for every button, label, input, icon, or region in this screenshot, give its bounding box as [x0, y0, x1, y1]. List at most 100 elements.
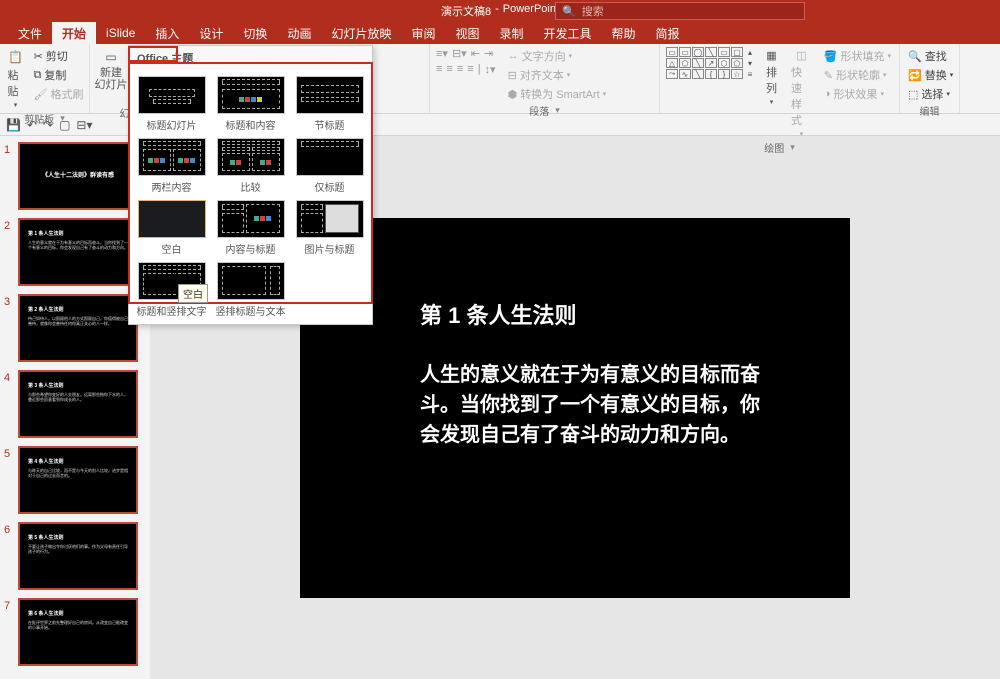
tab-录制[interactable]: 录制	[490, 22, 534, 45]
slide-heading[interactable]: 第 1 条人生法则	[420, 298, 770, 330]
format-painter-button[interactable]: 🖌格式刷	[32, 85, 86, 103]
thumb-body: 待己如待人。以照顾他人的方式照顾自己。你值得被自己善待，就像你会善待任何你真正关…	[28, 316, 128, 326]
thumbnail[interactable]: 第 3 条人生法则与那些希望你变好的人交朋友。远离那些拖你下水的人，靠近那些愿意…	[18, 370, 138, 438]
layout-label: 图片与标题	[305, 241, 355, 256]
quick-styles-button[interactable]: ◫快速样式▾	[787, 47, 816, 140]
layout-option[interactable]: 仅标题	[293, 138, 366, 194]
layout-label: 标题幻灯片	[147, 117, 197, 132]
indent-in-icon[interactable]: ⇥	[484, 47, 493, 60]
search-box[interactable]: 🔍 搜索	[555, 2, 805, 20]
layout-label: 空白	[162, 241, 182, 256]
paste-icon: 📋	[8, 49, 24, 65]
group-paragraph: ≡▾⊟▾⇤⇥ ≡≡≡≡|↕▾ ↔文字方向▾ ⊟对齐文本▾ ⬢转换为 SmartA…	[430, 44, 660, 113]
shape-outline-button[interactable]: ✎形状轮廓▾	[822, 66, 893, 84]
layout-preview	[296, 76, 364, 114]
quick-styles-icon: ◫	[796, 49, 806, 62]
tab-审阅[interactable]: 审阅	[401, 22, 445, 45]
layout-option[interactable]: 内容与标题	[214, 200, 287, 256]
thumb-number: 1	[4, 142, 14, 210]
justify-icon[interactable]: ≡	[467, 63, 473, 76]
find-button[interactable]: 🔍查找	[906, 47, 955, 65]
thumb-body: 不要让孩子做出令你讨厌他们的事。作为父母有责任引导孩子的行为。	[28, 544, 128, 554]
tab-切换[interactable]: 切换	[233, 22, 277, 45]
layout-label: 竖排标题与文本	[216, 303, 286, 318]
layout-option[interactable]: 图片与标题	[293, 200, 366, 256]
copy-button[interactable]: ⧉复制	[32, 66, 86, 84]
indent-out-icon[interactable]: ⇤	[471, 47, 480, 60]
shapes-gallery[interactable]: ▭▭◯╲▭▢▴ △⬠╲↗⬡⬠▾ ⤳∿╲{}☆≡	[666, 47, 756, 140]
tab-视图[interactable]: 视图	[445, 22, 489, 45]
thumbnail[interactable]: 第 5 条人生法则不要让孩子做出令你讨厌他们的事。作为父母有责任引导孩子的行为。	[18, 522, 138, 590]
layout-label: 标题和内容	[226, 117, 276, 132]
align-right-icon[interactable]: ≡	[457, 63, 463, 76]
dialog-launcher-icon[interactable]: ▾	[60, 113, 65, 124]
thumbnail[interactable]: 第 2 条人生法则待己如待人。以照顾他人的方式照顾自己。你值得被自己善待，就像你…	[18, 294, 138, 362]
text-direction-button[interactable]: ↔文字方向▾	[506, 47, 609, 65]
layout-option[interactable]: 节标题	[293, 76, 366, 132]
arrange-button[interactable]: ▦排列▾	[762, 47, 781, 140]
cut-button[interactable]: ✂剪切	[32, 47, 86, 65]
thumb-number: 2	[4, 218, 14, 286]
thumb-number: 5	[4, 446, 14, 514]
current-slide[interactable]: 第 1 条人生法则 人生的意义就在于为有意义的目标而奋斗。当你找到了一个有意义的…	[300, 218, 850, 598]
save-icon[interactable]: 💾	[6, 118, 21, 132]
layout-option[interactable]: 标题和内容	[214, 76, 287, 132]
align-left-icon[interactable]: ≡	[436, 63, 442, 76]
tab-设计[interactable]: 设计	[189, 22, 233, 45]
layout-label: 节标题	[315, 117, 345, 132]
smartart-button[interactable]: ⬢转换为 SmartArt▾	[506, 85, 609, 103]
layout-preview	[138, 138, 206, 176]
tab-简报[interactable]: 简报	[646, 22, 690, 45]
layout-preview	[296, 200, 364, 238]
thumbnail-row[interactable]: 5第 4 条人生法则与昨天的自己比较，而不是与今天的别人比较。进步是相对于自己的…	[4, 446, 146, 514]
shape-effects-button[interactable]: ◑形状效果▾	[822, 85, 893, 103]
thumbnail[interactable]: 第 6 条人生法则在批评世界之前先整理好自己的房间。从改变自己能改变的小事开始。	[18, 598, 138, 666]
tab-幻灯片放映[interactable]: 幻灯片放映	[321, 22, 401, 45]
cursor-icon: ↖	[172, 266, 183, 282]
tab-开发工具[interactable]: 开发工具	[534, 22, 602, 45]
thumbnail-row[interactable]: 3第 2 条人生法则待己如待人。以照顾他人的方式照顾自己。你值得被自己善待，就像…	[4, 294, 146, 362]
layout-option[interactable]: 空白	[135, 200, 208, 256]
tab-帮助[interactable]: 帮助	[602, 22, 646, 45]
shape-fill-button[interactable]: 🪣形状填充▾	[822, 47, 893, 65]
new-slide-button[interactable]: ▭ 新建 幻灯片	[91, 47, 132, 93]
thumbnail-row[interactable]: 4第 3 条人生法则与那些希望你变好的人交朋友。远离那些拖你下水的人，靠近那些愿…	[4, 370, 146, 438]
layout-option[interactable]: 竖排标题与文本	[214, 262, 287, 318]
layout-preview	[138, 200, 206, 238]
tab-iSlide[interactable]: iSlide	[96, 23, 145, 43]
replace-button[interactable]: 🔁替换▾	[906, 66, 955, 84]
align-text-button[interactable]: ⊟对齐文本▾	[506, 66, 609, 84]
layout-option[interactable]: 两栏内容	[135, 138, 208, 194]
thumb-title: 第 6 条人生法则	[28, 610, 128, 617]
layout-option[interactable]: 比较	[214, 138, 287, 194]
title-bar: 演示文稿8 - PowerPoint 🔍 搜索	[0, 0, 1000, 22]
thumbnail-row[interactable]: 6第 5 条人生法则不要让孩子做出令你讨厌他们的事。作为父母有责任引导孩子的行为…	[4, 522, 146, 590]
thumb-body: 人生的意义就在于为有意义的目标而奋斗。当你找到了一个有意义的目标，你会发现自己有…	[28, 240, 128, 250]
tab-插入[interactable]: 插入	[145, 22, 189, 45]
layout-label: 比较	[241, 179, 261, 194]
thumb-title: 第 2 条人生法则	[28, 306, 128, 313]
thumbnail-row[interactable]: 7第 6 条人生法则在批评世界之前先整理好自己的房间。从改变自己能改变的小事开始…	[4, 598, 146, 666]
thumbnail[interactable]: 第 1 条人生法则人生的意义就在于为有意义的目标而奋斗。当你找到了一个有意义的目…	[18, 218, 138, 286]
bullets-icon[interactable]: ≡▾	[436, 47, 448, 60]
align-center-icon[interactable]: ≡	[446, 63, 452, 76]
layout-flyout: Office 主题 标题幻灯片标题和内容节标题两栏内容比较仅标题空白内容与标题图…	[128, 45, 373, 325]
line-spacing-icon[interactable]: ↕▾	[485, 63, 496, 76]
numbering-icon[interactable]: ⊟▾	[452, 47, 467, 60]
thumbnail-row[interactable]: 1《人生十二法则》群读有感	[4, 142, 146, 210]
more-icon[interactable]: ⊟▾	[76, 118, 92, 132]
thumbnail[interactable]: 《人生十二法则》群读有感	[18, 142, 138, 210]
select-button[interactable]: ⬚选择▾	[906, 85, 955, 103]
layout-option[interactable]: 标题幻灯片	[135, 76, 208, 132]
layout-preview	[217, 138, 285, 176]
slide-body[interactable]: 人生的意义就在于为有意义的目标而奋斗。当你找到了一个有意义的目标，你会发现自己有…	[420, 360, 770, 450]
tab-开始[interactable]: 开始	[52, 22, 96, 45]
layout-label: 仅标题	[315, 179, 345, 194]
tab-文件[interactable]: 文件	[8, 22, 52, 45]
layout-label: 标题和竖排文字	[137, 303, 207, 318]
find-icon: 🔍	[908, 50, 922, 63]
paste-button[interactable]: 📋 粘贴 ▾	[4, 47, 28, 111]
tab-动画[interactable]: 动画	[277, 22, 321, 45]
thumbnail-row[interactable]: 2第 1 条人生法则人生的意义就在于为有意义的目标而奋斗。当你找到了一个有意义的…	[4, 218, 146, 286]
thumbnail[interactable]: 第 4 条人生法则与昨天的自己比较，而不是与今天的别人比较。进步是相对于自己的过…	[18, 446, 138, 514]
